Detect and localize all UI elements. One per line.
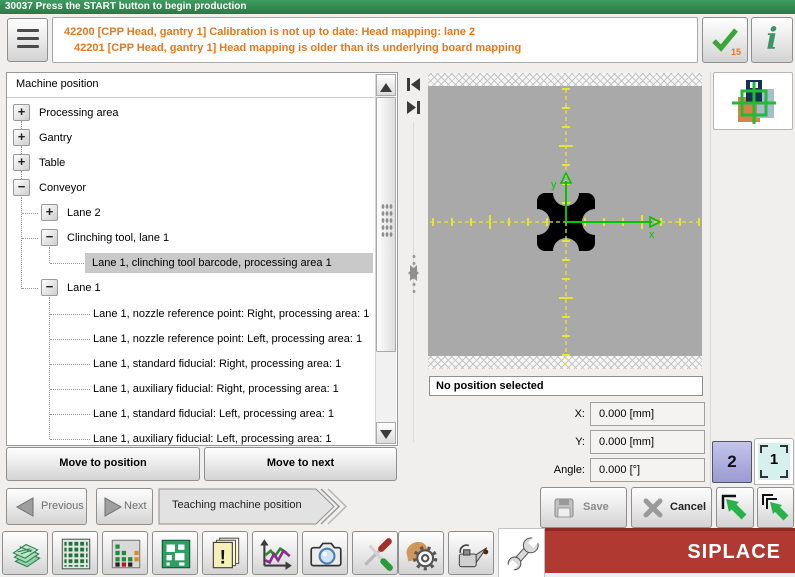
alert-count-badge: 15 — [731, 47, 741, 57]
brand-bar: SIPLACE — [545, 528, 795, 573]
gantry-1-selected-frame: 1 — [758, 443, 790, 480]
panel-title: Machine position — [16, 78, 99, 90]
scrollbar-thumb[interactable] — [376, 97, 396, 352]
x-field[interactable]: 0.000 [mm] — [590, 402, 705, 426]
y-field-label: Y: — [482, 430, 585, 454]
component-status-icon — [107, 536, 145, 572]
next-arrow-icon — [101, 496, 125, 518]
next-button[interactable]: Next — [96, 488, 153, 525]
expander-icon[interactable]: − — [41, 279, 58, 296]
statistics-icon — [257, 536, 295, 572]
acknowledge-button[interactable]: 15 — [702, 17, 748, 63]
boards-overview-button[interactable] — [2, 531, 48, 575]
fiducial-crosshair-graphic: y x — [428, 73, 702, 369]
vision-position-icon — [731, 78, 777, 126]
alert-message-box[interactable]: 42200 [CPP Head, gantry 1] Calibration i… — [52, 17, 698, 63]
skip-forward-icon — [403, 98, 424, 117]
move-to-position-button[interactable]: Move to position — [6, 447, 200, 481]
exit-step-button[interactable] — [716, 487, 754, 528]
x-field-label: X: — [482, 402, 585, 426]
camera-view[interactable]: y x — [428, 73, 702, 369]
gantry-1-button[interactable]: 1 — [754, 438, 794, 485]
camera-icon — [307, 536, 345, 572]
hamburger-icon — [17, 29, 39, 32]
alert-line-1: 42200 [CPP Head, gantry 1] Calibration i… — [64, 24, 697, 40]
siplace-logo: SIPLACE — [687, 541, 781, 564]
expander-icon[interactable]: + — [13, 154, 30, 171]
menu-button[interactable] — [7, 18, 48, 62]
wrench-icon — [504, 536, 542, 572]
skip-back-icon — [403, 75, 424, 94]
svg-text:!: ! — [220, 548, 226, 569]
error-list-button[interactable]: ! — [202, 531, 248, 575]
statistics-button[interactable] — [252, 531, 298, 575]
expander-icon[interactable]: + — [13, 104, 30, 121]
arrow-up-icon — [380, 77, 392, 92]
status-bar-message: 30037 Press the START button to begin pr… — [5, 1, 247, 12]
vision-view-tab[interactable] — [713, 72, 793, 130]
expander-icon[interactable]: − — [41, 229, 58, 246]
board-view-button[interactable] — [152, 531, 198, 575]
axis-x-label: x — [649, 229, 655, 241]
boards-stack-icon — [7, 536, 45, 572]
adjustment-tools-button[interactable] — [352, 531, 398, 575]
splitter-handle[interactable] — [400, 257, 427, 289]
info-icon: i — [766, 22, 777, 57]
pcb-board-icon — [157, 536, 195, 572]
save-button[interactable]: Save — [540, 487, 627, 528]
expander-icon[interactable]: + — [13, 129, 30, 146]
tree-scrollbar[interactable] — [375, 74, 396, 444]
oil-can-icon — [453, 536, 491, 572]
component-status-button[interactable] — [102, 531, 148, 575]
machine-position-panel: Machine position + Processing area + Gan… — [6, 72, 398, 446]
angle-field[interactable]: 0.000 [°] — [590, 458, 705, 482]
splitter-column — [400, 72, 427, 446]
manual-operation-button[interactable] — [398, 531, 444, 575]
go-next-position-button[interactable] — [403, 98, 424, 117]
position-status: No position selected — [429, 376, 703, 396]
move-to-next-button[interactable]: Move to next — [204, 447, 397, 481]
service-tab-selected[interactable] — [498, 528, 545, 577]
previous-button[interactable]: Previous — [6, 488, 87, 525]
scroll-up-button[interactable] — [376, 74, 396, 96]
status-bar: 30037 Press the START button to begin pr… — [0, 0, 795, 14]
feeder-table-icon — [57, 536, 95, 572]
scroll-down-button[interactable] — [376, 422, 396, 444]
alert-line-2: 42201 [CPP Head, gantry 1] Head mapping … — [64, 40, 697, 56]
camera-image-button[interactable] — [302, 531, 348, 575]
expander-icon[interactable]: − — [13, 179, 30, 196]
y-field[interactable]: 0.000 [mm] — [590, 430, 705, 454]
expander-icon[interactable]: + — [41, 204, 58, 221]
tools-icon — [357, 536, 395, 572]
selected-row-highlight[interactable]: Lane 1, clinching tool barcode, processi… — [85, 253, 373, 273]
cancel-x-icon — [642, 498, 664, 518]
arrow-down-icon — [380, 430, 392, 445]
return-all-arrow-icon — [761, 493, 791, 523]
go-first-position-button[interactable] — [403, 75, 424, 94]
cancel-button[interactable]: Cancel — [631, 487, 712, 528]
info-button[interactable]: i — [751, 17, 793, 63]
floppy-disk-icon — [553, 498, 575, 518]
manual-gear-icon — [403, 536, 441, 572]
previous-arrow-icon — [13, 496, 37, 518]
angle-field-label: Angle: — [482, 458, 585, 482]
return-arrow-icon — [720, 493, 750, 523]
warning-list-icon: ! — [207, 536, 245, 572]
wizard-step-banner[interactable]: Teaching machine position — [158, 488, 358, 525]
grip-dots-icon — [381, 203, 393, 239]
gantry-2-button[interactable]: 2 — [712, 441, 752, 483]
feeder-table-button[interactable] — [52, 531, 98, 575]
exit-wizard-button[interactable] — [757, 487, 794, 528]
axis-y-label: y — [551, 179, 557, 191]
splitter-right-arrow-icon — [410, 265, 427, 281]
maintenance-button[interactable] — [448, 531, 494, 575]
